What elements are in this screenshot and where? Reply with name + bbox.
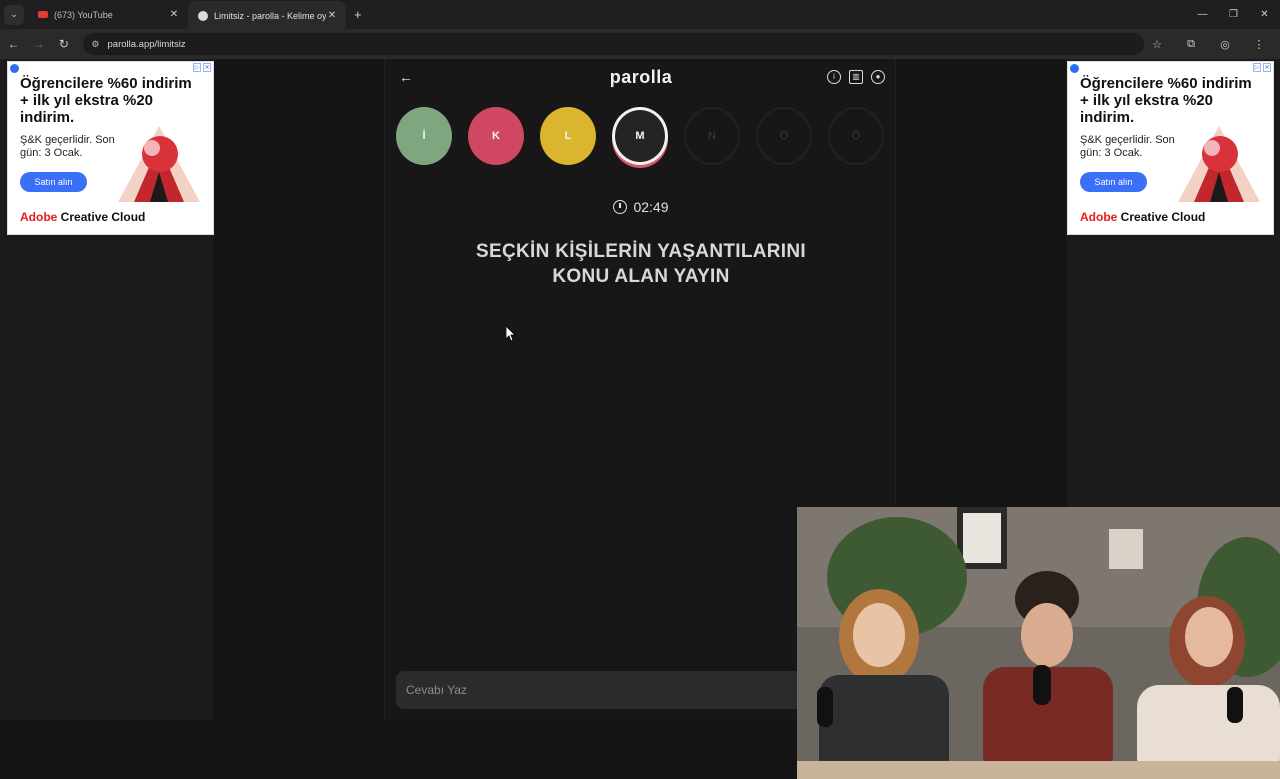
adchoices-icon[interactable] bbox=[10, 64, 19, 73]
close-tab-icon[interactable]: ✕ bbox=[168, 9, 180, 20]
adobe-logo-art bbox=[1178, 126, 1260, 202]
timer: 02:49 bbox=[385, 199, 897, 215]
clock-icon bbox=[613, 200, 628, 214]
tab-label: (673) YouTube bbox=[54, 9, 113, 20]
close-tab-icon[interactable]: ✕ bbox=[326, 10, 338, 21]
page-content: ▷ ✕ Öğrencilere %60 indirim + ilk yıl eks… bbox=[0, 59, 1280, 779]
ad-headline: Öğrencilere %60 indirim + ilk yıl ekstra… bbox=[20, 75, 192, 126]
minimize-icon[interactable]: — bbox=[1187, 9, 1218, 20]
extensions-icon[interactable]: ⧉ bbox=[1178, 38, 1204, 51]
window-controls: — ❐ ✕ bbox=[1187, 9, 1280, 20]
url-field[interactable]: ⚙ parolla.app/limitsiz bbox=[83, 33, 1145, 55]
game-title: parolla bbox=[609, 67, 673, 87]
letter-circle: Ö bbox=[828, 107, 884, 165]
ad-headline: Öğrencilere %60 indirim + ilk yıl ekstra… bbox=[1080, 75, 1252, 126]
reload-icon[interactable]: ↻ bbox=[52, 37, 75, 51]
star-icon[interactable]: ☆ bbox=[1144, 38, 1170, 51]
ad-brand: Adobe Creative Cloud bbox=[20, 210, 146, 224]
tab-youtube[interactable]: (673) YouTube ✕ bbox=[28, 0, 188, 29]
site-icon bbox=[198, 10, 208, 21]
account-icon[interactable]: ◎ bbox=[1212, 38, 1238, 51]
webcam-video bbox=[797, 507, 1280, 779]
close-window-icon[interactable]: ✕ bbox=[1249, 9, 1280, 20]
site-info-icon[interactable]: ⚙ bbox=[91, 39, 99, 50]
new-tab-icon[interactable]: + bbox=[354, 7, 362, 22]
left-ad-column: ▷ ✕ Öğrencilere %60 indirim + ilk yıl eks… bbox=[0, 59, 214, 720]
ad-buy-button[interactable]: Satın alın bbox=[20, 172, 87, 192]
profile-icon[interactable]: ● bbox=[871, 70, 885, 84]
menu-icon[interactable]: ⋮ bbox=[1246, 38, 1272, 51]
ad-banner-left[interactable]: ▷ ✕ Öğrencilere %60 indirim + ilk yıl eks… bbox=[7, 61, 214, 235]
browser-tab-bar: ⌄ (673) YouTube ✕ Limitsiz - parolla - K… bbox=[0, 0, 1280, 30]
adobe-logo-art bbox=[118, 126, 200, 202]
letter-circle: N bbox=[684, 107, 740, 165]
ad-close-icon[interactable]: ✕ bbox=[203, 63, 211, 72]
letter-circle: L bbox=[540, 107, 596, 165]
letter-circle: O bbox=[756, 107, 812, 165]
letter-circle: K bbox=[468, 107, 524, 165]
info-icon[interactable]: i bbox=[827, 70, 841, 84]
url-text: parolla.app/limitsiz bbox=[107, 38, 186, 50]
tab-search-button[interactable]: ⌄ bbox=[4, 4, 24, 25]
back-icon[interactable]: ← bbox=[2, 37, 25, 51]
address-bar-row: ← → ↻ ⚙ parolla.app/limitsiz ☆ ⧉ ◎ ⋮ bbox=[0, 29, 1280, 59]
stats-icon[interactable]: ▥ bbox=[849, 70, 863, 84]
ad-subtext: Ş&K geçerlidir. Son gün: 3 Ocak. bbox=[1080, 134, 1175, 159]
ad-banner-right[interactable]: ▷ ✕ Öğrencilere %60 indirim + ilk yıl eks… bbox=[1067, 61, 1274, 235]
letter-circle: İ bbox=[396, 107, 452, 165]
ad-info-icon[interactable]: ▷ bbox=[1253, 63, 1261, 72]
tab-label: Limitsiz - parolla - Kelime oyunu bbox=[214, 10, 326, 21]
ad-buy-button[interactable]: Satın alın bbox=[1080, 172, 1147, 192]
youtube-icon bbox=[38, 11, 48, 18]
question-text: SEÇKİN KİŞİLERİN YAŞANTILARINI KONU ALAN… bbox=[476, 241, 806, 287]
webcam-overlay bbox=[797, 507, 1280, 779]
letter-wheel: İ K L M N O Ö bbox=[396, 107, 884, 165]
restore-icon[interactable]: ❐ bbox=[1218, 9, 1249, 20]
ad-subtext: Ş&K geçerlidir. Son gün: 3 Ocak. bbox=[20, 134, 115, 159]
ad-brand: Adobe Creative Cloud bbox=[1080, 210, 1206, 224]
adchoices-icon[interactable] bbox=[1070, 64, 1079, 73]
ad-info-icon[interactable]: ▷ bbox=[193, 63, 201, 72]
forward-icon[interactable]: → bbox=[27, 37, 50, 51]
answer-input[interactable]: Cevabı Yaz bbox=[396, 671, 856, 709]
ad-close-icon[interactable]: ✕ bbox=[1263, 63, 1271, 72]
timer-value: 02:49 bbox=[633, 199, 669, 215]
tab-parolla[interactable]: Limitsiz - parolla - Kelime oyunu ✕ bbox=[188, 1, 346, 30]
game-header: ← parolla i ▥ ● bbox=[385, 59, 897, 97]
letter-circle-current: M bbox=[612, 107, 668, 165]
